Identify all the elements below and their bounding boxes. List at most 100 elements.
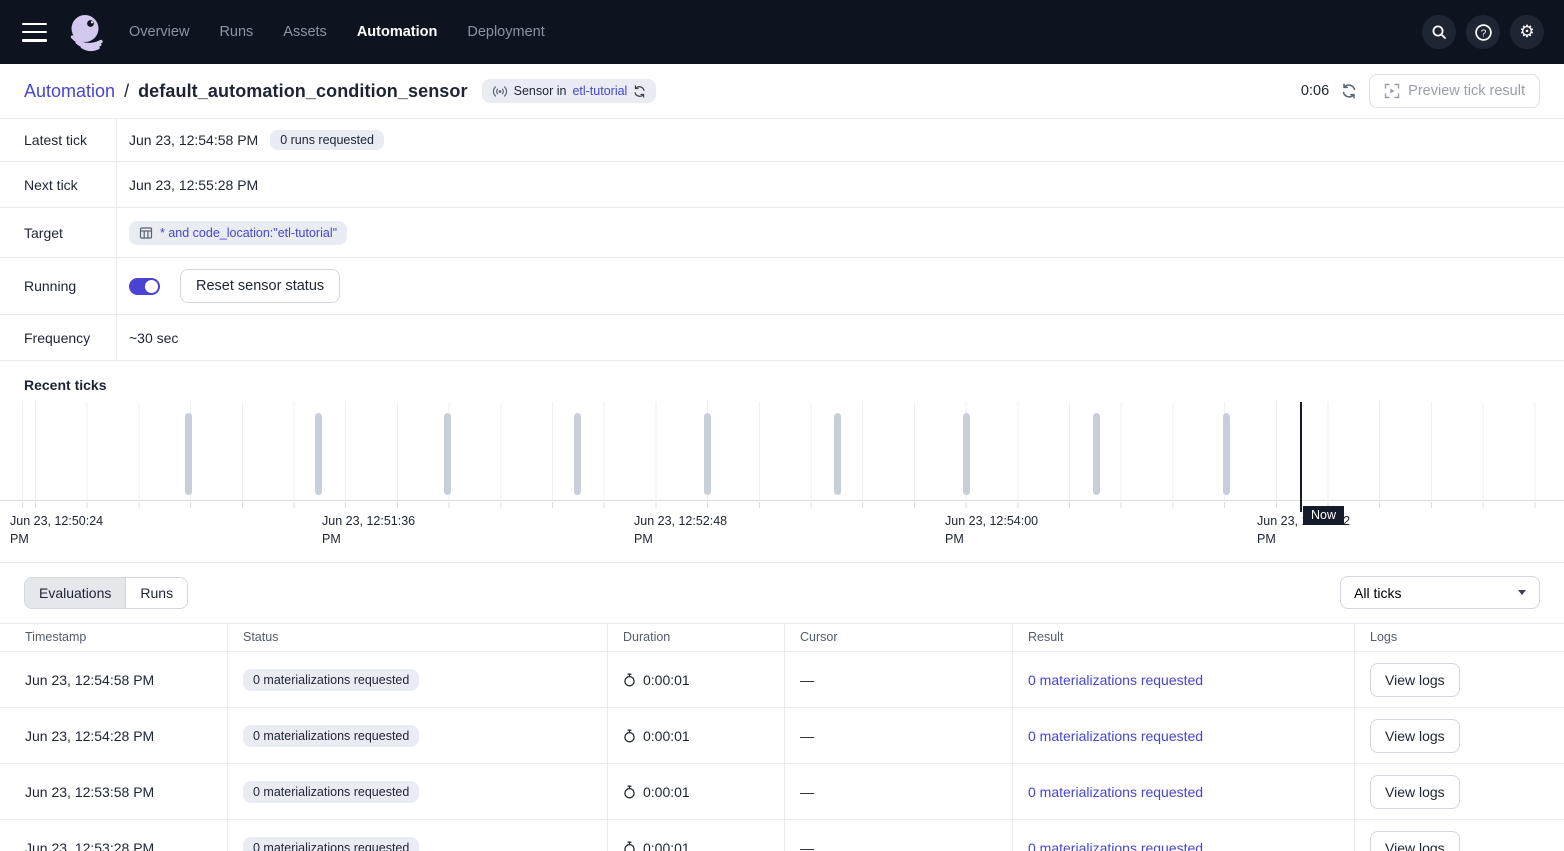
tick-status-badge: 0 materializations requested bbox=[243, 725, 419, 747]
tick-filter-dropdown[interactable]: All ticks bbox=[1340, 576, 1540, 609]
gear-icon: ⚙ bbox=[1519, 24, 1534, 41]
timeline-axis-label: Jun 23, 12:51:36 PM bbox=[322, 512, 424, 548]
nav-item-deployment[interactable]: Deployment bbox=[467, 24, 544, 40]
sensor-badge-text: Sensor in bbox=[514, 84, 567, 98]
dagster-logo[interactable] bbox=[65, 11, 107, 53]
toggle-knob bbox=[145, 280, 158, 293]
preview-button-label: Preview tick result bbox=[1408, 83, 1525, 99]
ticks-toolbar: Evaluations Runs All ticks bbox=[0, 562, 1564, 623]
svg-text:?: ? bbox=[1480, 28, 1486, 39]
detail-label: Next tick bbox=[0, 162, 117, 207]
col-header-timestamp: Timestamp bbox=[0, 624, 228, 651]
tick-status-badge: 0 materializations requested bbox=[243, 669, 419, 691]
refresh-icon[interactable] bbox=[1341, 83, 1357, 99]
tick-timestamp: Jun 23, 12:54:28 PM bbox=[0, 708, 228, 763]
tick-duration: 0:00:01 bbox=[623, 728, 690, 744]
nav-item-runs[interactable]: Runs bbox=[219, 24, 253, 40]
sensor-details: Latest tick Jun 23, 12:54:58 PM 0 runs r… bbox=[0, 119, 1564, 361]
tick-duration: 0:00:01 bbox=[623, 784, 690, 800]
tick-result-link[interactable]: 0 materializations requested bbox=[1028, 840, 1203, 851]
nav-item-assets[interactable]: Assets bbox=[283, 24, 327, 40]
view-logs-button[interactable]: View logs bbox=[1370, 831, 1460, 851]
detail-row-next-tick: Next tick Jun 23, 12:55:28 PM bbox=[0, 162, 1564, 208]
target-selection-pill[interactable]: * and code_location:"etl-tutorial" bbox=[129, 221, 347, 245]
menu-icon[interactable] bbox=[22, 23, 47, 42]
evaluations-table: Timestamp Status Duration Cursor Result … bbox=[0, 623, 1564, 851]
tick-bar[interactable] bbox=[1093, 413, 1100, 495]
tick-bar[interactable] bbox=[1223, 413, 1230, 495]
nav-item-automation[interactable]: Automation bbox=[357, 24, 438, 40]
tick-bar[interactable] bbox=[834, 413, 841, 495]
tick-result-link[interactable]: 0 materializations requested bbox=[1028, 784, 1203, 800]
stopwatch-icon bbox=[623, 841, 636, 851]
sensor-location-badge: Sensor in etl-tutorial bbox=[482, 79, 657, 103]
tick-cursor: — bbox=[785, 820, 1013, 851]
col-header-logs: Logs bbox=[1355, 624, 1564, 651]
tick-status-badge: 0 materializations requested bbox=[243, 781, 419, 803]
detail-label: Frequency bbox=[0, 315, 117, 360]
tick-result-link[interactable]: 0 materializations requested bbox=[1028, 672, 1203, 688]
tick-bar[interactable] bbox=[963, 413, 970, 495]
target-selection-text: * and code_location:"etl-tutorial" bbox=[160, 226, 337, 240]
tick-cursor: — bbox=[785, 708, 1013, 763]
detail-label: Target bbox=[0, 208, 117, 257]
tick-bar[interactable] bbox=[185, 413, 192, 495]
tick-result-link[interactable]: 0 materializations requested bbox=[1028, 728, 1203, 744]
tick-bar[interactable] bbox=[444, 413, 451, 495]
page-header: Automation / default_automation_conditio… bbox=[0, 64, 1564, 119]
col-header-status: Status bbox=[228, 624, 608, 651]
tick-timestamp: Jun 23, 12:54:58 PM bbox=[0, 652, 228, 707]
now-marker-label: Now bbox=[1303, 506, 1344, 525]
nav-item-overview[interactable]: Overview bbox=[129, 24, 189, 40]
tick-bar[interactable] bbox=[704, 413, 711, 495]
timeline-axis-label: Jun 23, 12:54:00 PM bbox=[945, 512, 1047, 548]
preview-tick-result-button[interactable]: Preview tick result bbox=[1369, 74, 1540, 108]
detail-label: Running bbox=[0, 258, 117, 314]
code-location-link[interactable]: etl-tutorial bbox=[572, 84, 627, 98]
table-row: Jun 23, 12:54:28 PM 0 materializations r… bbox=[0, 708, 1564, 764]
sensor-icon bbox=[492, 85, 508, 98]
tab-evaluations[interactable]: Evaluations bbox=[25, 578, 125, 608]
col-header-result: Result bbox=[1013, 624, 1355, 651]
table-row: Jun 23, 12:53:58 PM 0 materializations r… bbox=[0, 764, 1564, 820]
breadcrumb-automation-link[interactable]: Automation bbox=[24, 81, 115, 102]
view-logs-button[interactable]: View logs bbox=[1370, 719, 1460, 753]
search-button[interactable] bbox=[1422, 15, 1456, 49]
view-logs-button[interactable]: View logs bbox=[1370, 663, 1460, 697]
breadcrumb: Automation / default_automation_conditio… bbox=[24, 81, 468, 102]
asset-table-icon bbox=[139, 226, 153, 240]
help-button[interactable]: ? bbox=[1466, 15, 1500, 49]
tick-timeline-plot bbox=[0, 402, 1564, 501]
timeline-axis-label: Jun 23, 12:52:48 PM bbox=[634, 512, 736, 548]
view-logs-button[interactable]: View logs bbox=[1370, 775, 1460, 809]
runs-requested-badge: 0 runs requested bbox=[270, 130, 384, 150]
refresh-countdown: 0:06 bbox=[1301, 83, 1329, 99]
tab-runs[interactable]: Runs bbox=[125, 578, 187, 608]
breadcrumb-separator: / bbox=[124, 81, 129, 102]
tick-cursor: — bbox=[785, 764, 1013, 819]
col-header-cursor: Cursor bbox=[785, 624, 1013, 651]
detail-row-target: Target * and code_location:"etl-tutorial… bbox=[0, 208, 1564, 258]
reload-location-icon[interactable] bbox=[633, 85, 646, 98]
tick-bar[interactable] bbox=[574, 413, 581, 495]
latest-tick-value: Jun 23, 12:54:58 PM bbox=[129, 132, 258, 148]
now-marker-line bbox=[1300, 402, 1302, 512]
chevron-down-icon bbox=[1518, 590, 1526, 595]
reset-sensor-status-button[interactable]: Reset sensor status bbox=[180, 269, 340, 303]
stopwatch-icon bbox=[623, 729, 636, 743]
tick-duration: 0:00:01 bbox=[623, 672, 690, 688]
recent-ticks-title: Recent ticks bbox=[0, 361, 1564, 402]
table-row: Jun 23, 12:53:28 PM 0 materializations r… bbox=[0, 820, 1564, 851]
table-row: Jun 23, 12:54:58 PM 0 materializations r… bbox=[0, 652, 1564, 708]
next-tick-value: Jun 23, 12:55:28 PM bbox=[129, 177, 258, 193]
tick-bar[interactable] bbox=[315, 413, 322, 495]
stopwatch-icon bbox=[623, 673, 636, 687]
stopwatch-icon bbox=[623, 785, 636, 799]
top-navigation: Overview Runs Assets Automation Deployme… bbox=[0, 0, 1564, 64]
settings-button[interactable]: ⚙ bbox=[1510, 15, 1544, 49]
detail-row-frequency: Frequency ~30 sec bbox=[0, 315, 1564, 361]
tick-status-badge: 0 materializations requested bbox=[243, 837, 419, 851]
tick-timeline: Now Jun 23, 12:50:24 PM Jun 23, 12:51:36 … bbox=[0, 402, 1564, 549]
running-toggle[interactable] bbox=[129, 278, 160, 295]
timeline-axis-label: Jun 23, 12:50:24 PM bbox=[10, 512, 112, 548]
